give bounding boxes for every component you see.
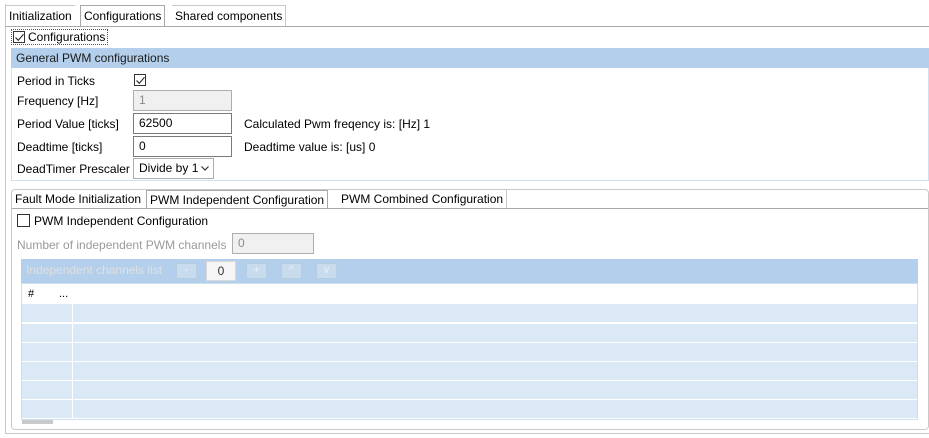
prescaler-label: DeadTimer Prescaler (17, 162, 130, 176)
deadtime-value-text: Deadtime value is: [us] 0 (244, 140, 376, 154)
tab-label: Shared components (175, 9, 283, 23)
tab-label: Configurations (84, 9, 162, 23)
channels-list-title: Independent channels list (26, 263, 163, 277)
configurations-toggle[interactable]: Configurations (11, 29, 108, 45)
table-row[interactable] (22, 400, 917, 418)
frequency-label: Frequency [Hz] (17, 94, 99, 108)
prescaler-select[interactable]: Divide by 1 (133, 158, 214, 179)
channels-count-label: Number of independent PWM channels (17, 238, 227, 252)
checkmark-icon (15, 33, 24, 42)
column-divider (72, 284, 73, 419)
window-frame-left (5, 4, 6, 434)
tab-label: PWM Independent Configuration (150, 193, 325, 207)
chevron-down-icon (201, 166, 209, 171)
tab-pwm-independent-configuration[interactable]: PWM Independent Configuration (146, 190, 329, 209)
calculated-frequency-text: Calculated Pwm freqency is: [Hz] 1 (244, 117, 431, 131)
table-row[interactable] (22, 324, 917, 342)
frequency-field[interactable]: 1 (133, 90, 232, 111)
configurations-label: Configurations (28, 30, 106, 44)
channels-table: # ... (21, 283, 918, 420)
move-up-button[interactable]: ^ (281, 263, 302, 279)
tab-initialization[interactable]: Initialization (6, 5, 75, 26)
column-header-index: # (28, 288, 35, 300)
add-channel-button[interactable]: + (246, 263, 267, 279)
table-row[interactable] (22, 362, 917, 380)
table-row[interactable] (22, 304, 917, 322)
period-in-ticks-checkbox[interactable] (134, 74, 146, 86)
pwm-independent-checkbox[interactable] (17, 214, 30, 227)
checkmark-icon (136, 76, 145, 85)
channels-count-field[interactable]: 0 (232, 233, 314, 254)
tabstrip-divider (5, 26, 929, 27)
tab-configurations[interactable]: Configurations (80, 5, 166, 26)
general-section-header: General PWM configurations (11, 48, 929, 68)
column-header-more: ... (59, 288, 69, 300)
tab-label: Initialization (9, 9, 72, 23)
period-value-label: Period Value [ticks] (17, 117, 119, 131)
tab-label: PWM Combined Configuration (341, 192, 504, 206)
tab-pwm-combined-configuration[interactable]: PWM Combined Configuration (338, 190, 508, 209)
table-row[interactable] (22, 343, 917, 361)
configurations-checkbox[interactable] (13, 31, 25, 43)
horizontal-scrollbar[interactable] (22, 420, 53, 424)
sub-tabstrip-divider (12, 208, 928, 209)
channel-count-spinner[interactable]: 0 (206, 261, 236, 281)
table-row[interactable] (22, 381, 917, 399)
tab-label: Fault Mode Initialization (15, 192, 142, 206)
tab-fault-mode-initialization[interactable]: Fault Mode Initialization (12, 190, 144, 209)
tab-shared-components[interactable]: Shared components (172, 5, 287, 26)
prescaler-value: Divide by 1 (139, 161, 199, 175)
pwm-independent-label: PWM Independent Configuration (34, 214, 209, 228)
remove-channel-button[interactable]: - (176, 263, 197, 279)
period-in-ticks-label: Period in Ticks (17, 74, 96, 88)
move-down-button[interactable]: v (316, 263, 337, 279)
channels-list-toolbar: Independent channels list - 0 + ^ v (21, 259, 918, 283)
deadtime-field[interactable]: 0 (133, 136, 232, 157)
window-frame-bottom (5, 433, 929, 434)
deadtime-label: Deadtime [ticks] (17, 140, 103, 154)
period-value-field[interactable]: 62500 (133, 113, 232, 134)
